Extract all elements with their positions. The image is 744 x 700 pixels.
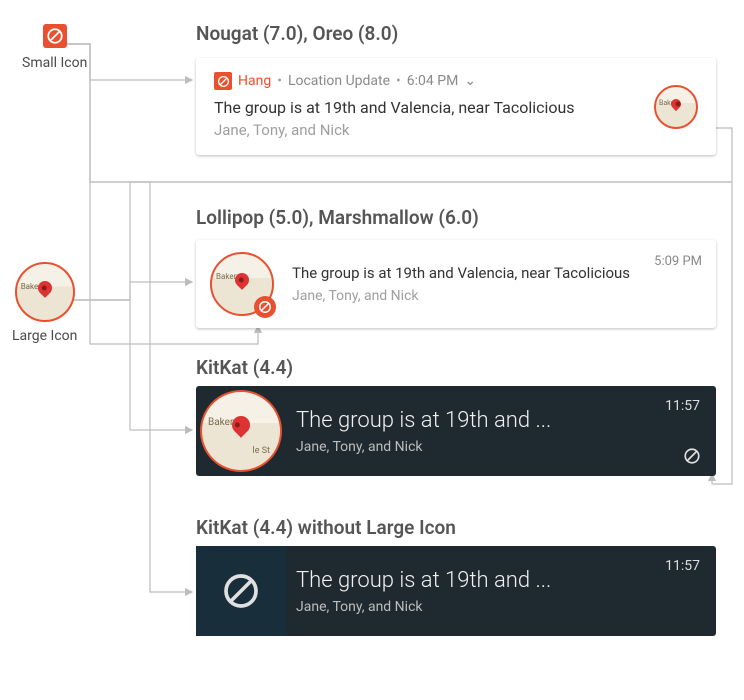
map-pin-icon — [228, 412, 253, 437]
heading-lollipop: Lollipop (5.0), Marshmallow (6.0) — [196, 206, 479, 229]
notification-card-kitkat-no-large[interactable]: The group is at 19th and ... Jane, Tony,… — [196, 546, 716, 636]
notification-subtitle: Jane, Tony, and Nick — [296, 599, 716, 615]
large-icon — [200, 390, 282, 472]
notification-time: 11:57 — [665, 558, 700, 574]
large-icon-sample: Large Icon — [12, 262, 77, 344]
notification-time: 6:04 PM — [407, 73, 459, 89]
notification-subtitle: Jane, Tony, and Nick — [292, 288, 636, 304]
small-icon-sample: Small Icon — [22, 24, 87, 71]
notification-time: 11:57 — [665, 398, 700, 414]
large-icon — [15, 262, 75, 322]
large-icon-wrapper — [210, 252, 274, 316]
large-icon-caption: Large Icon — [12, 328, 77, 344]
chevron-down-icon[interactable]: ⌄ — [464, 73, 476, 89]
heading-kitkat: KitKat (4.4) — [196, 356, 293, 379]
small-icon — [43, 24, 67, 48]
notification-card-nougat[interactable]: Hang • Location Update • 6:04 PM ⌄ The g… — [196, 58, 716, 155]
notification-card-lollipop[interactable]: The group is at 19th and Valencia, near … — [196, 240, 716, 328]
notification-time: 5:09 PM — [654, 252, 702, 269]
app-name: Hang — [238, 73, 271, 89]
notification-category: Location Update — [288, 73, 390, 89]
small-icon — [682, 446, 702, 466]
heading-kitkat-nolg: KitKat (4.4) without Large Icon — [196, 516, 456, 539]
nougat-header: Hang • Location Update • 6:04 PM ⌄ — [214, 72, 698, 90]
notification-title: The group is at 19th and ... — [296, 408, 716, 433]
notification-title: The group is at 19th and Valencia, near … — [214, 98, 698, 117]
app-small-icon — [214, 72, 232, 90]
notification-title: The group is at 19th and ... — [296, 568, 716, 593]
small-icon-caption: Small Icon — [22, 55, 87, 71]
map-pin-icon — [669, 96, 683, 110]
small-icon — [221, 571, 261, 611]
notification-subtitle: Jane, Tony, and Nick — [214, 121, 698, 139]
small-icon-badge — [254, 296, 276, 318]
heading-nougat: Nougat (7.0), Oreo (8.0) — [196, 22, 398, 45]
notification-title: The group is at 19th and Valencia, near … — [292, 264, 636, 284]
small-icon-square — [196, 546, 286, 636]
map-pin-icon — [232, 270, 252, 290]
notification-card-kitkat[interactable]: The group is at 19th and ... Jane, Tony,… — [196, 386, 716, 476]
map-pin-icon — [35, 278, 55, 298]
separator-dot: • — [396, 73, 401, 89]
large-icon — [654, 85, 698, 129]
separator-dot: • — [277, 73, 282, 89]
notification-subtitle: Jane, Tony, and Nick — [296, 439, 716, 455]
